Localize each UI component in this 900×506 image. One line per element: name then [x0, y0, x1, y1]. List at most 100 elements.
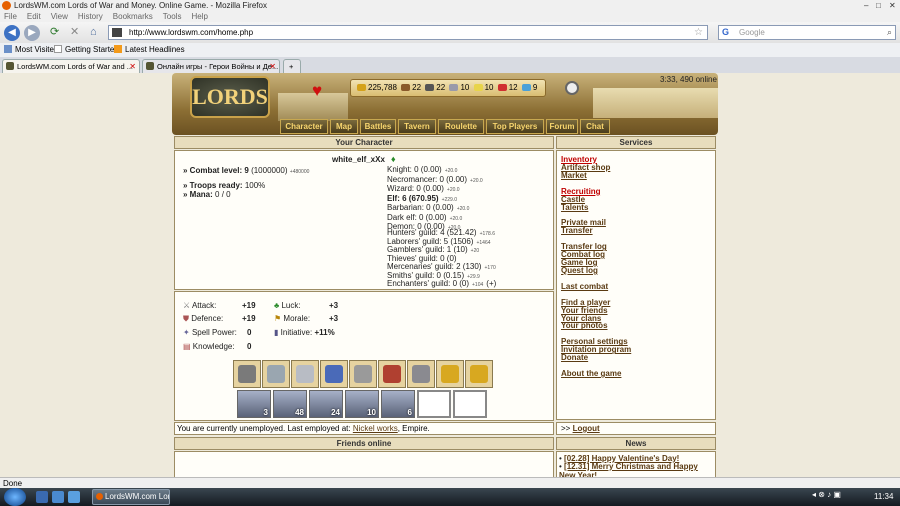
- game-nav: Character Map Battles Tavern Roulette To…: [280, 119, 612, 134]
- spell-power-row: ✦ Spell Power:: [183, 328, 237, 337]
- amulet-icon: [267, 365, 285, 383]
- spear-icon: [354, 365, 372, 383]
- menu-file[interactable]: File: [4, 12, 17, 21]
- menu-bookmarks[interactable]: Bookmarks: [113, 12, 153, 21]
- menu-history[interactable]: History: [78, 12, 103, 21]
- bookmark-latest-headlines[interactable]: Latest Headlines: [114, 43, 185, 57]
- equipment-slot[interactable]: [349, 360, 377, 388]
- service-link-transfer[interactable]: Transfer: [561, 226, 593, 235]
- equipment-slot[interactable]: [291, 360, 319, 388]
- stop-icon[interactable]: ✕: [70, 26, 79, 38]
- character-name[interactable]: white_elf_xXx: [332, 155, 385, 164]
- ie-icon[interactable]: [68, 491, 80, 503]
- close-window-button[interactable]: ✕: [889, 0, 896, 11]
- close-tab-icon[interactable]: ✕: [269, 60, 276, 73]
- taskbar-firefox-button[interactable]: LordsWM.com Lord...: [92, 489, 170, 505]
- search-box[interactable]: G Google ⌕: [718, 25, 896, 40]
- employment-place: , Empire.: [397, 424, 430, 433]
- nav-tavern[interactable]: Tavern: [398, 119, 436, 134]
- tab-label: LordsWM.com Lords of War and ...: [17, 62, 134, 71]
- menu-edit[interactable]: Edit: [27, 12, 41, 21]
- ring-icon[interactable]: [565, 81, 579, 95]
- service-link-market[interactable]: Market: [561, 171, 587, 180]
- wood-icon: [401, 84, 411, 91]
- windows-taskbar: LordsWM.com Lord... ◂ ⊗ ♪ ▣ 11:34: [0, 488, 900, 506]
- troop-slot[interactable]: 3: [237, 390, 271, 418]
- enchanters-plus-link[interactable]: (+): [486, 279, 496, 288]
- url-bar[interactable]: http://www.lordswm.com/home.php ☆: [108, 25, 708, 40]
- service-link-quest-log[interactable]: Quest log: [561, 266, 598, 275]
- equipment-slot[interactable]: [233, 360, 261, 388]
- spell-power-icon: ✦: [183, 328, 190, 337]
- minimize-button[interactable]: –: [864, 0, 868, 11]
- forward-button[interactable]: ▶: [24, 25, 40, 41]
- search-icon[interactable]: ⌕: [887, 26, 892, 39]
- ore-value: 22: [436, 83, 446, 92]
- service-link-talents[interactable]: Talents: [561, 203, 588, 212]
- menu-bar: File Edit View History Bookmarks Tools Help: [0, 11, 900, 22]
- nav-forum[interactable]: Forum: [546, 119, 578, 134]
- gems-icon: [521, 84, 531, 91]
- cloak-icon: [325, 365, 343, 383]
- luck-value: +3: [329, 301, 339, 310]
- explorer-icon[interactable]: [52, 491, 64, 503]
- equipment-slot[interactable]: [320, 360, 348, 388]
- initiative-icon: ▮: [274, 328, 279, 337]
- back-button[interactable]: ◀: [4, 25, 20, 41]
- show-desktop-icon[interactable]: [36, 491, 48, 503]
- equipment-slot[interactable]: [378, 360, 406, 388]
- nav-character[interactable]: Character: [280, 119, 328, 134]
- equipment-slot[interactable]: [407, 360, 435, 388]
- home-icon[interactable]: ⌂: [90, 26, 97, 38]
- reload-icon[interactable]: ⟳: [50, 26, 59, 38]
- equipment-slot[interactable]: [436, 360, 464, 388]
- bookmark-getting-started[interactable]: Getting Started: [54, 43, 119, 57]
- logout-link[interactable]: Logout: [573, 424, 600, 433]
- troops-ready-row: » Troops ready: 100%: [183, 181, 266, 190]
- faction-row: Knight: 0 (0.00) +20.0: [387, 165, 458, 174]
- system-tray-icons[interactable]: ◂ ⊗ ♪ ▣: [812, 490, 841, 499]
- employment-link[interactable]: Nickel works: [353, 424, 398, 433]
- heart-icon[interactable]: ♥: [312, 81, 322, 101]
- nav-roulette[interactable]: Roulette: [438, 119, 484, 134]
- service-link-your-photos[interactable]: Your photos: [561, 321, 608, 330]
- tab-heroes[interactable]: Онлайн игры - Герои Войны и Де... ✕: [142, 59, 280, 73]
- armor-icon: [296, 365, 314, 383]
- nav-top-players[interactable]: Top Players: [486, 119, 544, 134]
- gems-value: 9: [532, 83, 538, 92]
- news-panel: • [02.28] Happy Valentine's Day! • [12.3…: [556, 451, 716, 477]
- nav-chat[interactable]: Chat: [580, 119, 610, 134]
- bookmark-most-visited[interactable]: Most Visited: [4, 43, 58, 57]
- service-link-about-the-game[interactable]: About the game: [561, 369, 621, 378]
- menu-help[interactable]: Help: [191, 12, 207, 21]
- luck-row: ♣ Luck:: [274, 301, 301, 310]
- nav-battles[interactable]: Battles: [360, 119, 396, 134]
- page-content: LORDS ♥ 225,788 22 22 10 10 12 9 3:33, 4…: [0, 73, 900, 477]
- troop-slot[interactable]: 24: [309, 390, 343, 418]
- google-icon: G: [722, 27, 730, 37]
- troop-slot[interactable]: 6: [381, 390, 415, 418]
- troop-slot[interactable]: 48: [273, 390, 307, 418]
- nav-map[interactable]: Map: [330, 119, 358, 134]
- mercury-icon: [449, 84, 459, 91]
- equipment-slot[interactable]: [465, 360, 493, 388]
- elf-faction-icon: ♦: [391, 154, 396, 164]
- start-button[interactable]: [4, 488, 26, 506]
- menu-view[interactable]: View: [51, 12, 68, 21]
- game-logo[interactable]: LORDS: [190, 76, 270, 118]
- service-link-last-combat[interactable]: Last combat: [561, 282, 608, 291]
- new-tab-button[interactable]: +: [283, 59, 301, 73]
- tab-lordswm[interactable]: LordsWM.com Lords of War and ... ✕: [2, 59, 140, 73]
- bookmark-star-icon[interactable]: ☆: [694, 26, 703, 39]
- maximize-button[interactable]: □: [876, 0, 881, 11]
- close-tab-icon[interactable]: ✕: [129, 60, 136, 73]
- equipment-slot[interactable]: [262, 360, 290, 388]
- troop-slot[interactable]: 10: [345, 390, 379, 418]
- friends-panel-title: Friends online: [174, 437, 554, 450]
- time-online: 3:33, 490 online: [660, 75, 717, 84]
- ore-icon: [425, 84, 435, 91]
- service-link-donate[interactable]: Donate: [561, 353, 588, 362]
- initiative-row: ▮ Initiative: +11%: [274, 328, 335, 337]
- menu-tools[interactable]: Tools: [163, 12, 182, 21]
- ring-icon: [470, 365, 488, 383]
